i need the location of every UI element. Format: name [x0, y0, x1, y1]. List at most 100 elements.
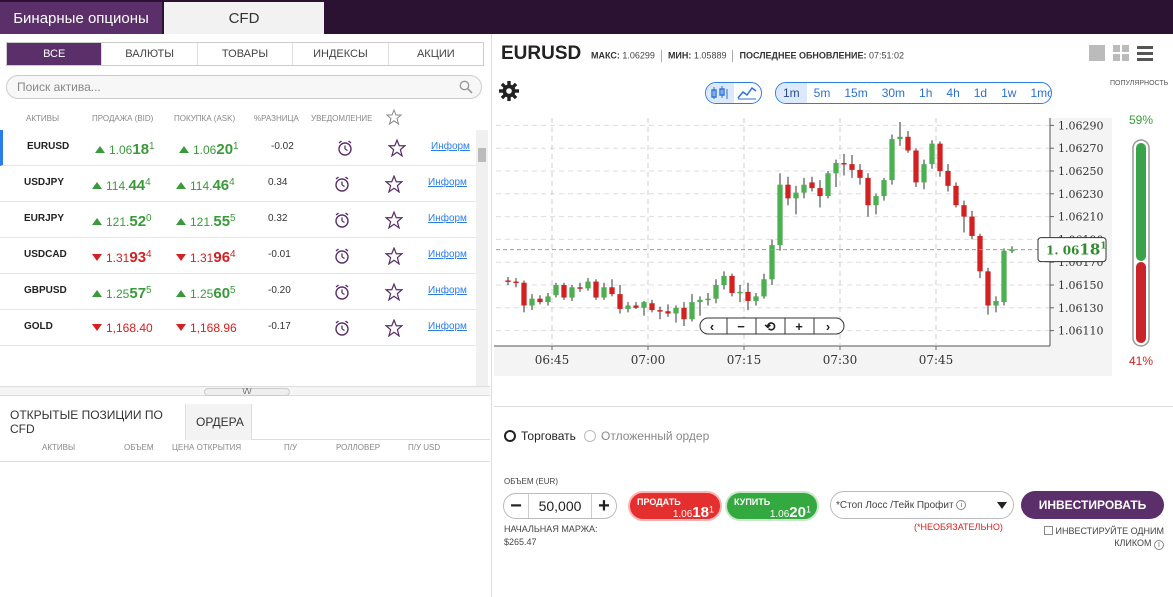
price-chart[interactable]: 1.06290 1.06270 1.06250 1.06230 1.06210 1.061… — [494, 118, 1112, 376]
candle-body — [849, 164, 855, 170]
star-icon[interactable] — [384, 282, 404, 304]
candle-body — [569, 287, 575, 298]
tab-binary-options[interactable]: Бинарные опционы — [0, 2, 162, 34]
scroll-thumb[interactable] — [478, 148, 486, 162]
pcol-open-price: ЦЕНА ОТКРЫТИЯ — [172, 443, 242, 452]
bell-clock-icon[interactable] — [333, 175, 351, 196]
candles-icon[interactable] — [706, 83, 734, 103]
table-row[interactable]: EURUSD 1.06181 1.06201 -0.02 Информ — [0, 130, 476, 166]
price-fraction: 4 — [145, 177, 151, 188]
info-link[interactable]: Информ — [428, 285, 467, 296]
candle-body — [641, 302, 647, 308]
pan-left-button[interactable]: ‹ — [710, 319, 714, 334]
instrument-symbol: EURUSD — [501, 43, 582, 64]
volume-plus-button[interactable]: + — [592, 494, 616, 518]
candle-body — [945, 171, 951, 186]
col-notify: УВЕДОМЛЕНИЕ — [311, 114, 373, 123]
chart-zoom-controls: ‹ − ⟲ + › — [699, 317, 845, 335]
assets-scrollbar[interactable] — [476, 130, 488, 386]
timeframe-1m[interactable]: 1m — [776, 83, 807, 103]
candle-body — [769, 245, 775, 280]
bell-clock-icon[interactable] — [333, 211, 351, 232]
search-input[interactable]: Поиск актива... — [6, 75, 482, 99]
timeframe-4h[interactable]: 4h — [939, 83, 966, 103]
stop-loss-take-profit-select[interactable]: *Стоп Лосс /Тейк Профит i — [830, 491, 1014, 519]
info-link[interactable]: Информ — [428, 213, 467, 224]
arrow-up-icon — [176, 182, 186, 189]
star-icon[interactable] — [384, 318, 404, 340]
bell-clock-icon[interactable] — [336, 139, 354, 160]
pcol-volume: ОБЪЕМ — [124, 443, 154, 452]
splitter-grip[interactable]: \/\/ — [204, 388, 290, 396]
star-icon[interactable] — [385, 108, 403, 127]
timeframe-30m[interactable]: 30m — [875, 83, 912, 103]
pan-right-button[interactable]: › — [826, 319, 830, 334]
info-icon[interactable]: i — [956, 500, 967, 510]
table-row[interactable]: USDJPY 114.444 114.464 0.34 Информ — [0, 166, 476, 202]
timeframe-1d[interactable]: 1d — [967, 83, 994, 103]
bell-clock-icon[interactable] — [333, 319, 351, 340]
layout-grid-icon[interactable] — [1112, 44, 1130, 62]
tab-orders[interactable]: ОРДЕРА — [186, 404, 252, 440]
sell-button[interactable]: ПРОДАТЬ 1.06181 — [628, 491, 722, 521]
category-stocks[interactable]: АКЦИИ — [389, 43, 483, 65]
star-icon[interactable] — [384, 210, 404, 232]
category-currencies[interactable]: ВАЛЮТЫ — [102, 43, 198, 65]
ask-price: 121.555 — [176, 213, 236, 230]
table-row[interactable]: GBPUSD 1.25575 1.25605 -0.20 Информ — [0, 274, 476, 310]
price-prefix: 1.31 — [190, 251, 214, 265]
current-price-text: 1. 06181 — [1046, 241, 1107, 259]
candle-body — [721, 275, 727, 285]
star-icon[interactable] — [387, 138, 407, 160]
info-icon[interactable]: i — [1154, 540, 1164, 550]
timeframe-1h[interactable]: 1h — [912, 83, 939, 103]
candle-body — [537, 298, 543, 303]
bell-clock-icon[interactable] — [333, 283, 351, 304]
tab-open-positions[interactable]: ОТКРЫТЫЕ ПОЗИЦИИ ПО CFD — [0, 404, 186, 440]
candle-body — [881, 180, 887, 197]
info-link[interactable]: Информ — [431, 141, 470, 152]
mode-trade-radio[interactable]: Торговать — [504, 429, 576, 443]
candle-body — [913, 150, 919, 183]
info-link[interactable]: Информ — [428, 177, 467, 188]
zoom-out-button[interactable]: − — [737, 319, 745, 334]
one-click-checkbox[interactable] — [1043, 526, 1053, 535]
candle-body — [505, 280, 511, 282]
one-click-option[interactable]: ИНВЕСТИРУЙТЕ ОДНИМ КЛИКОМ i — [1034, 525, 1164, 550]
info-link[interactable]: Информ — [428, 249, 467, 260]
panel-splitter[interactable]: \/\/ — [0, 386, 490, 396]
bell-clock-icon[interactable] — [333, 247, 351, 268]
timeframe-5m[interactable]: 5m — [807, 83, 838, 103]
invest-button[interactable]: ИНВЕСТИРОВАТЬ — [1021, 491, 1164, 519]
candle-body — [609, 287, 615, 295]
table-row[interactable]: EURJPY 121.520 121.555 0.32 Информ — [0, 202, 476, 238]
search-icon[interactable] — [455, 76, 477, 98]
timeframe-1mo[interactable]: 1mo — [1023, 83, 1051, 103]
mode-pending-radio[interactable]: Отложенный ордер — [584, 429, 709, 443]
volume-input[interactable]: 50,000 — [528, 494, 592, 518]
volume-minus-button[interactable]: − — [504, 494, 528, 518]
table-row[interactable]: GOLD 1,168.40 1,168.96 -0.17 Информ — [0, 310, 476, 346]
timeframe-1w[interactable]: 1w — [994, 83, 1023, 103]
menu-icon[interactable] — [1136, 44, 1154, 62]
category-indices[interactable]: ИНДЕКСЫ — [293, 43, 389, 65]
sltp-placeholder: *Стоп Лосс /Тейк Профит — [836, 499, 954, 511]
current-price-fraction: 1 — [1100, 242, 1106, 252]
category-all[interactable]: ВСЕ — [7, 43, 103, 65]
star-icon[interactable] — [384, 246, 404, 268]
category-commodities[interactable]: ТОВАРЫ — [198, 43, 294, 65]
initial-margin: НАЧАЛЬНАЯ МАРЖА: $265.47 — [504, 523, 598, 549]
bid-price: 1,168.40 — [92, 321, 153, 335]
table-row[interactable]: USDCAD 1.31934 1.31964 -0.01 Информ — [0, 238, 476, 274]
mode-trade-label: Торговать — [521, 429, 576, 443]
zoom-in-button[interactable]: + — [795, 319, 803, 334]
gear-icon[interactable] — [498, 80, 520, 107]
reset-zoom-button[interactable]: ⟲ — [765, 319, 776, 334]
info-link[interactable]: Информ — [428, 321, 467, 332]
star-icon[interactable] — [384, 174, 404, 196]
layout-single-icon[interactable] — [1088, 44, 1106, 62]
tab-cfd[interactable]: CFD — [164, 2, 324, 34]
line-chart-icon[interactable] — [734, 83, 762, 103]
timeframe-15m[interactable]: 15m — [837, 83, 874, 103]
buy-button[interactable]: КУПИТЬ 1.06201 — [725, 491, 819, 521]
